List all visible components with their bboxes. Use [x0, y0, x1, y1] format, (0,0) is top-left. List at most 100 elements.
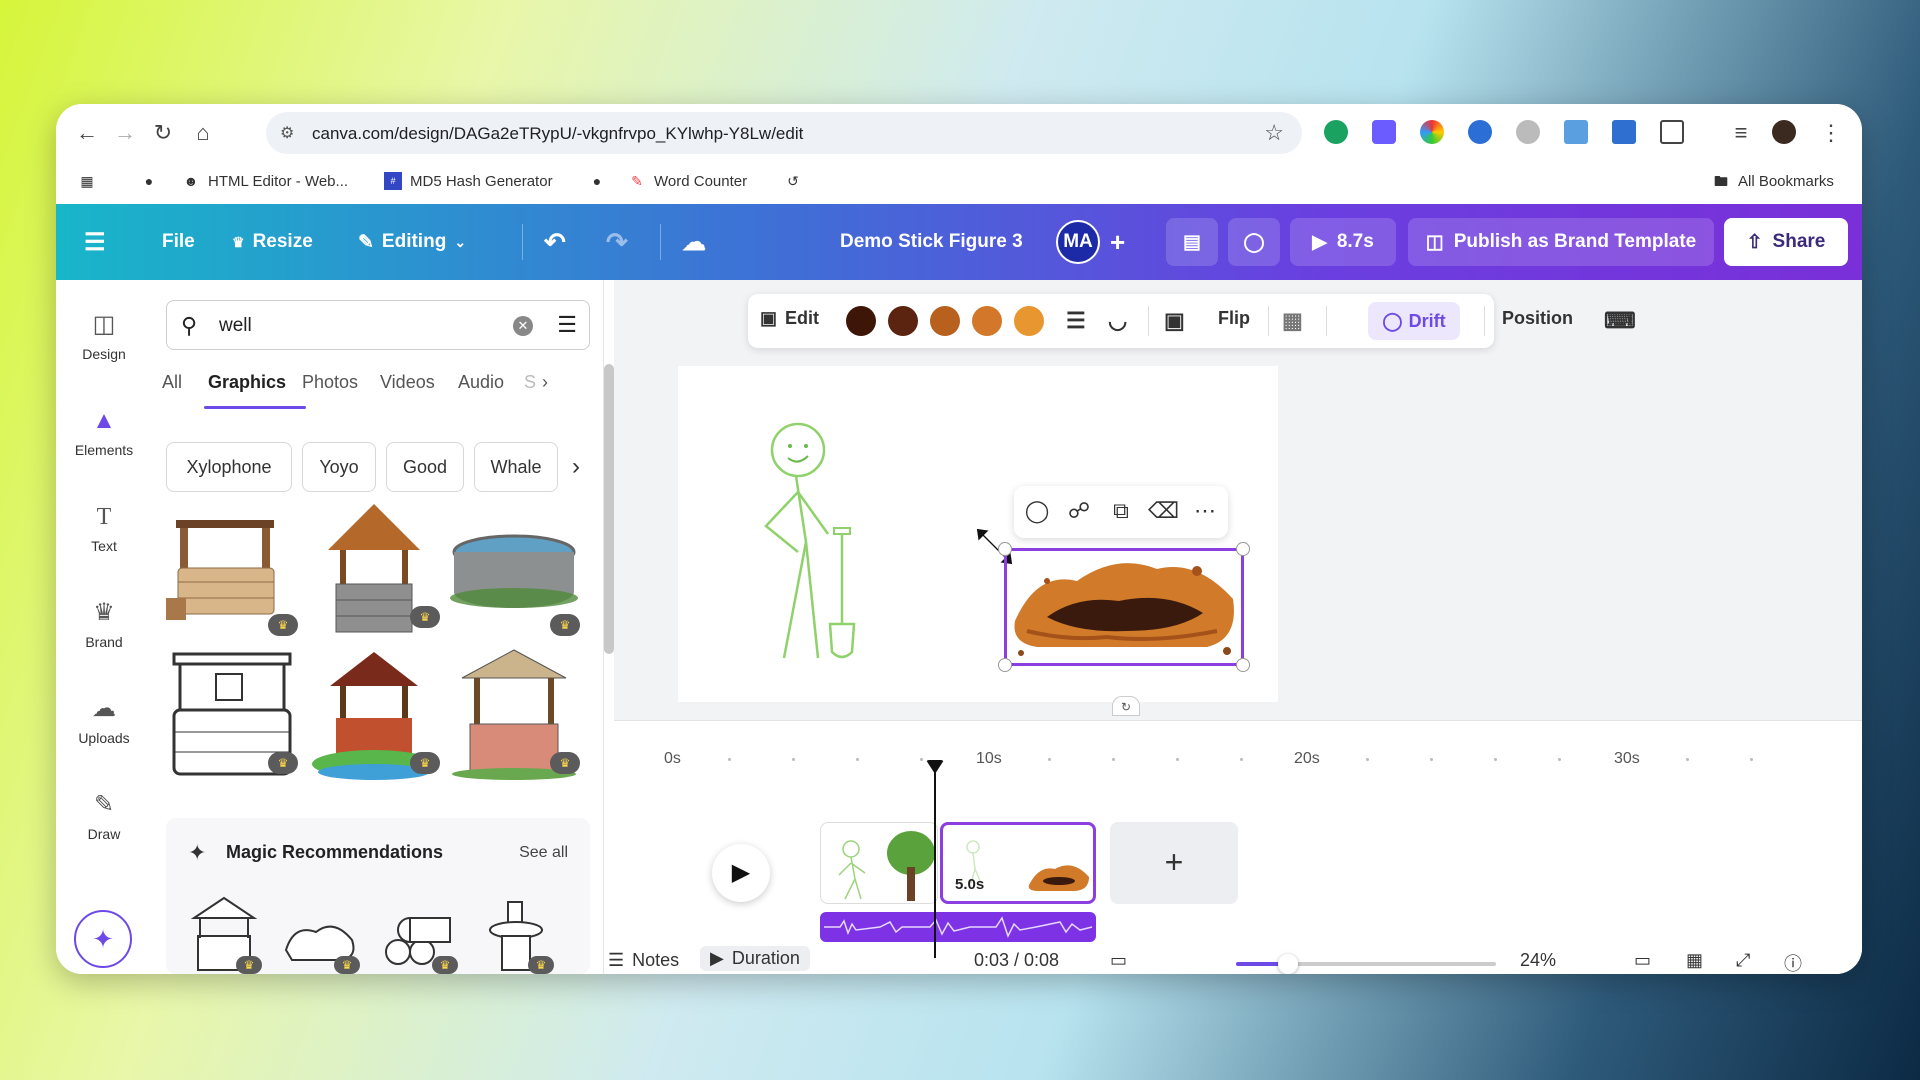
see-all-link[interactable]: See all	[519, 844, 568, 862]
chip-good[interactable]: Good	[386, 442, 464, 492]
play-button[interactable]: ▶ 8.7s	[1290, 218, 1396, 266]
globe-icon[interactable]: ●	[140, 172, 158, 190]
panel-scrollbar[interactable]	[604, 364, 614, 654]
lock-icon[interactable]: ☍	[1064, 498, 1094, 526]
audio-track[interactable]	[820, 912, 1096, 942]
cloud-saved-icon[interactable]: ☁	[682, 224, 706, 260]
site-settings-icon[interactable]: ⚙	[280, 123, 300, 143]
rec-fountain-sketch[interactable]: ♛	[478, 896, 554, 974]
resize-button[interactable]: ♛ Resize	[232, 224, 313, 260]
playhead[interactable]	[934, 772, 936, 958]
color-swatch-1[interactable]	[846, 306, 876, 336]
border-style-icon[interactable]: ☰	[1066, 308, 1086, 334]
magic-sparkle-button[interactable]: ✦	[74, 910, 132, 968]
design-canvas[interactable]: ◯ ☍ ⧉ ⌫ ⋯ ↻	[678, 366, 1278, 716]
more-options-icon[interactable]: ⋯	[1190, 498, 1220, 526]
tab-all[interactable]: All	[162, 372, 182, 393]
resize-handle[interactable]	[1236, 542, 1250, 556]
rail-item-text[interactable]: T Text	[56, 502, 152, 554]
file-menu[interactable]: File	[162, 224, 195, 260]
chip-yoyo[interactable]: Yoyo	[302, 442, 376, 492]
insights-icon[interactable]: ▤	[1166, 218, 1218, 266]
fullscreen-icon[interactable]: ⤢	[1736, 950, 1750, 971]
transparency-icon[interactable]: ▦	[1282, 308, 1303, 334]
duplicate-icon[interactable]: ⧉	[1106, 498, 1136, 526]
design-title[interactable]: Demo Stick Figure 3	[840, 224, 1023, 260]
graphic-wooden-roof-well[interactable]: ♛	[308, 502, 440, 633]
rotate-handle-icon[interactable]: ↻	[1112, 696, 1140, 716]
home-icon[interactable]: ⌂	[190, 120, 216, 146]
hamburger-menu-icon[interactable]: ☰	[84, 224, 106, 260]
edit-image-button[interactable]: ▣ Edit	[760, 308, 819, 329]
color-swatch-3[interactable]	[930, 306, 960, 336]
position-button[interactable]: Position	[1502, 308, 1573, 329]
graphic-sketch-well[interactable]: ♛	[166, 648, 298, 776]
drift-animation-button[interactable]: ◯ Drift	[1368, 302, 1460, 340]
rail-item-draw[interactable]: ✎ Draw	[56, 790, 152, 842]
chip-xylophone[interactable]: Xylophone	[166, 442, 292, 492]
zoom-slider[interactable]	[1236, 954, 1496, 974]
extensions-icon[interactable]	[1660, 120, 1684, 144]
rec-rocks-sketch[interactable]: ♛	[280, 910, 360, 974]
corner-rounding-icon[interactable]: ◡	[1108, 308, 1127, 334]
undo-icon[interactable]: ↶	[544, 224, 566, 260]
tab-videos[interactable]: Videos	[380, 372, 435, 393]
comment-add-icon[interactable]: ◯	[1022, 498, 1052, 526]
back-icon[interactable]: ←	[74, 120, 100, 146]
bookmark-star-icon[interactable]: ☆	[1264, 120, 1284, 146]
map-extension-icon[interactable]	[1564, 120, 1588, 144]
tab-photos[interactable]: Photos	[302, 372, 358, 393]
resize-handle[interactable]	[998, 542, 1012, 556]
color-swatch-2[interactable]	[888, 306, 918, 336]
graphic-round-stone-well[interactable]: ♛	[448, 510, 580, 636]
stick-figure-graphic[interactable]	[758, 422, 878, 662]
grammarly-extension-icon[interactable]	[1324, 120, 1348, 144]
presenter-view-icon[interactable]: ▭	[1110, 950, 1127, 971]
bookmark-html-editor[interactable]: ☻ HTML Editor - Web...	[182, 172, 348, 190]
grid-view-icon[interactable]: ▦	[1686, 950, 1703, 971]
rail-item-design[interactable]: ◫ Design	[56, 310, 152, 362]
k-extension-icon[interactable]	[1516, 120, 1540, 144]
blue-extension-icon[interactable]	[1468, 120, 1492, 144]
browser-menu-icon[interactable]: ⋮	[1818, 120, 1844, 146]
graphic-stone-well[interactable]: ♛	[166, 510, 298, 636]
publish-brand-template-button[interactable]: ◫ Publish as Brand Template	[1408, 218, 1714, 266]
reload-icon[interactable]: ↻	[150, 120, 176, 146]
editing-mode-button[interactable]: ✎ Editing ⌄	[358, 224, 466, 260]
redo-icon[interactable]: ↷	[606, 224, 628, 260]
chevron-right-icon[interactable]: ›	[542, 372, 548, 393]
notes-button[interactable]: ☰ Notes	[608, 950, 679, 971]
timeline-play-button[interactable]: ▶	[712, 844, 770, 902]
graphic-brick-well-island[interactable]: ♛	[308, 648, 440, 780]
chip-whale[interactable]: Whale	[474, 442, 558, 492]
chevron-right-icon[interactable]: ›	[562, 442, 590, 492]
timeline-clip-2-selected[interactable]: 5.0s	[940, 822, 1096, 904]
copy-style-paint-roller-icon[interactable]: ⌨	[1604, 308, 1636, 334]
selected-dirt-hole-graphic[interactable]	[998, 542, 1250, 672]
rail-item-uploads[interactable]: ☁ Uploads	[56, 694, 152, 746]
reading-list-icon[interactable]: ≡	[1728, 120, 1754, 146]
share-button[interactable]: ⇧ Share	[1724, 218, 1848, 266]
profile-avatar[interactable]	[1772, 120, 1796, 144]
rail-item-brand[interactable]: ♛ Brand	[56, 598, 152, 650]
globe-icon[interactable]: ●	[588, 172, 606, 190]
search-input[interactable]: ⚲ well ✕ ☰	[166, 300, 590, 350]
help-icon[interactable]: ⓘ	[1784, 950, 1802, 974]
history-icon[interactable]: ↺	[784, 172, 802, 190]
flip-button[interactable]: Flip	[1218, 308, 1250, 329]
all-bookmarks[interactable]: 🖿 All Bookmarks	[1712, 172, 1834, 190]
rec-logs-sketch[interactable]: ♛	[378, 902, 458, 974]
color-swatch-5[interactable]	[1014, 306, 1044, 336]
filter-sliders-icon[interactable]: ☰	[557, 312, 577, 338]
tab-graphics[interactable]: Graphics	[208, 372, 286, 393]
avatar[interactable]: MA	[1056, 220, 1100, 264]
duration-button[interactable]: ▶ Duration	[700, 946, 810, 971]
add-page-button[interactable]: +	[1110, 822, 1238, 904]
clear-icon[interactable]: ✕	[513, 316, 533, 336]
zoom-slider-knob[interactable]	[1278, 954, 1298, 974]
bookmark-word-counter[interactable]: ✎ Word Counter	[628, 172, 747, 190]
puzzle-extension-icon[interactable]	[1612, 120, 1636, 144]
tab-audio[interactable]: Audio	[458, 372, 504, 393]
color-swatch-4[interactable]	[972, 306, 1002, 336]
graphic-painted-well[interactable]: ♛	[448, 648, 580, 780]
